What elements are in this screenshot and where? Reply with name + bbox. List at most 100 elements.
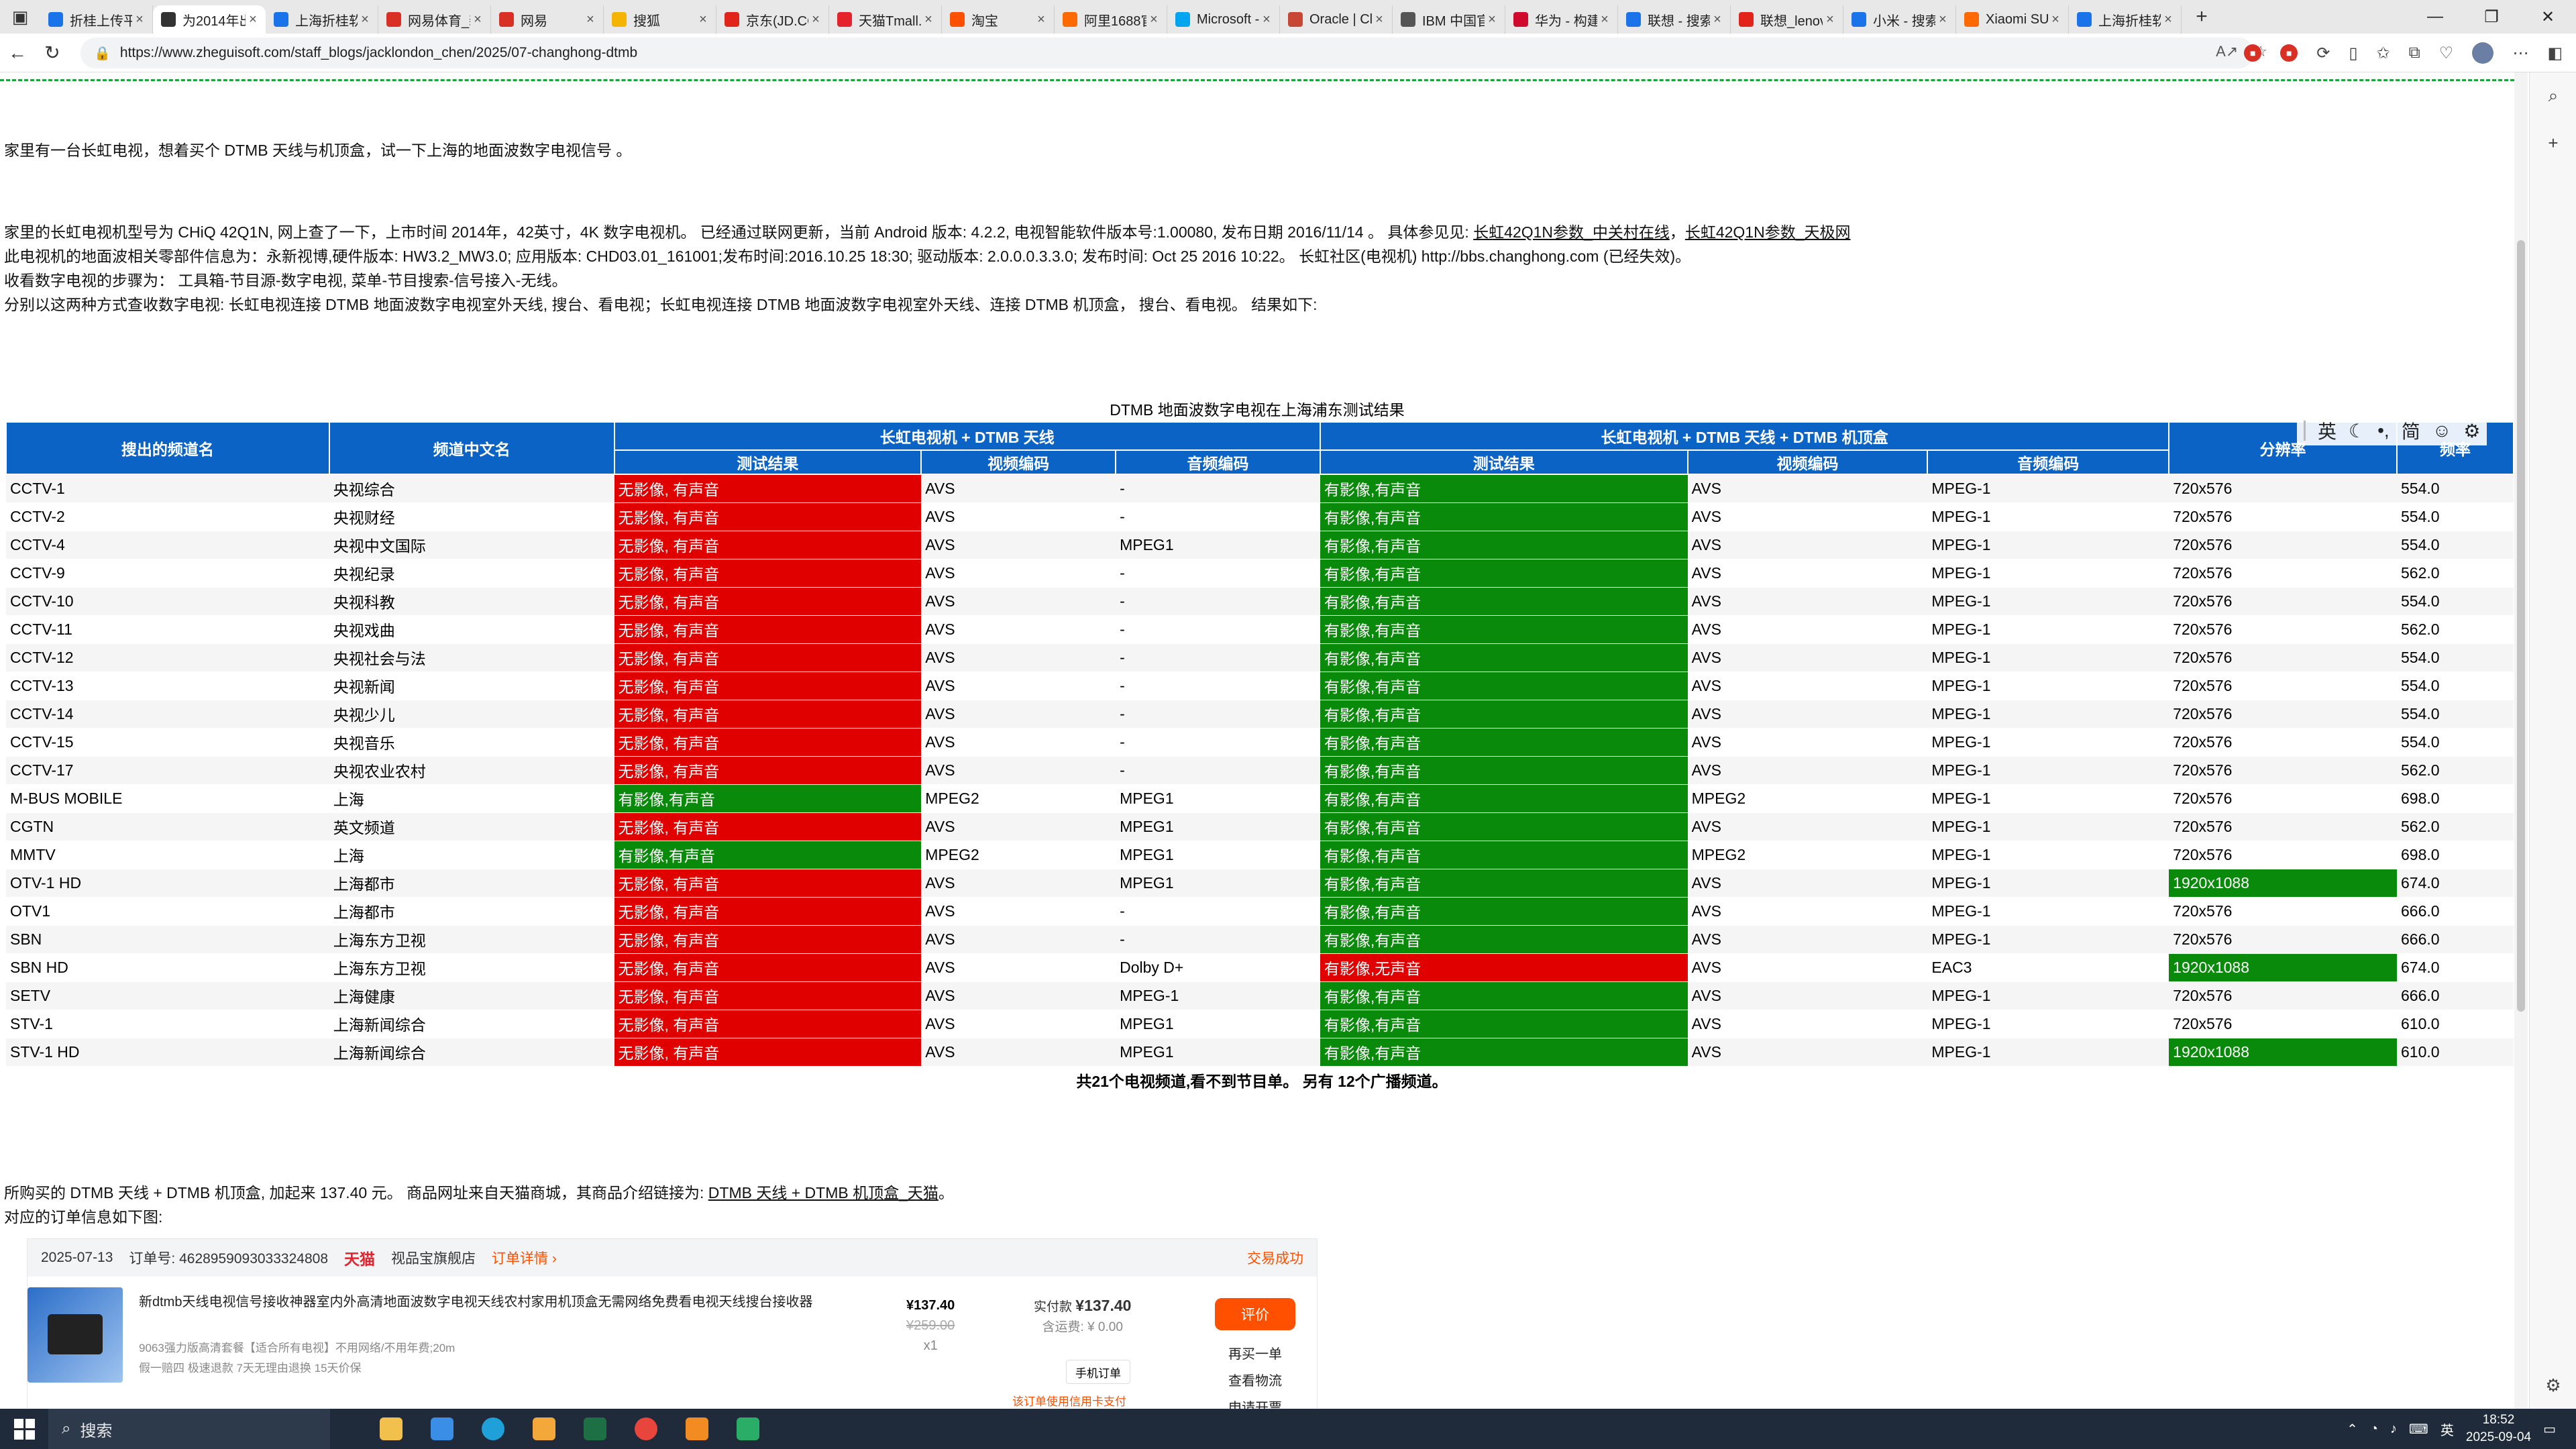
tab-close-icon[interactable]: × xyxy=(1146,12,1161,28)
browser-tab[interactable]: 天猫Tmall.c× xyxy=(829,5,942,34)
keyboard-icon[interactable]: ⌨ xyxy=(2409,1421,2428,1438)
browser-tab[interactable]: 上海折桂软 × xyxy=(266,5,378,34)
tray-overflow-icon[interactable]: ⌃ xyxy=(2347,1421,2358,1438)
extension-icon[interactable]: ■ xyxy=(2244,44,2262,62)
view-logistics-link[interactable]: 查看物流 xyxy=(1228,1368,1282,1395)
browser-tab[interactable]: IBM 中国官 × xyxy=(1393,5,1505,34)
sidebar-search-icon[interactable]: ⌕ xyxy=(2530,72,2576,119)
lock-icon[interactable]: 🔒 xyxy=(94,45,111,62)
browser-tab[interactable]: 华为 - 构建 × xyxy=(1505,5,1618,34)
tab-close-icon[interactable]: × xyxy=(921,12,936,28)
file-explorer-icon[interactable] xyxy=(368,1409,415,1449)
tab-close-icon[interactable]: × xyxy=(808,12,823,28)
taskbar-search[interactable]: ⌕ 搜索 xyxy=(48,1409,330,1449)
profile-avatar[interactable] xyxy=(2472,42,2494,64)
browser-essentials-icon[interactable]: ♡ xyxy=(2439,44,2454,63)
browser-tab[interactable]: 阿里1688官× xyxy=(1055,5,1167,34)
browser-tab[interactable]: 上海折桂软 × xyxy=(2069,5,2182,34)
sidebar-add-icon[interactable]: + xyxy=(2530,119,2576,166)
more-menu-icon[interactable]: ⋯ xyxy=(2512,44,2528,63)
tab-close-icon[interactable]: × xyxy=(1597,12,1612,28)
code-editor-icon[interactable] xyxy=(521,1409,568,1449)
tab-close-icon[interactable]: × xyxy=(470,12,485,28)
browser-tab[interactable]: Xiaomi SU7× xyxy=(1956,5,2069,34)
rate-button[interactable]: 评价 xyxy=(1215,1298,1295,1330)
tab-close-icon[interactable]: × xyxy=(2161,12,2176,28)
new-tab-button[interactable]: + xyxy=(2186,3,2218,31)
clock[interactable]: 18:52 2025-09-04 xyxy=(2466,1411,2531,1446)
start-button[interactable] xyxy=(0,1409,48,1449)
tab-close-icon[interactable]: × xyxy=(1372,12,1387,28)
ime-emoji-icon[interactable]: ☺ xyxy=(2432,420,2452,441)
ime-punctuation-icon[interactable]: •, xyxy=(2377,420,2390,441)
close-window-icon[interactable]: ✕ xyxy=(2520,0,2576,34)
browser-tab[interactable]: 淘宝 × xyxy=(942,5,1055,34)
collections-icon[interactable]: ⧉ xyxy=(2409,44,2420,62)
browser-tab[interactable]: 折桂上传平 × xyxy=(40,5,153,34)
network-icon[interactable]: ◔ xyxy=(2370,1421,2378,1437)
browser-tab[interactable]: 京东(JD.CO× xyxy=(716,5,829,34)
browser-tab[interactable]: 联想_lenovo× xyxy=(1731,5,1843,34)
browser-tab[interactable]: 网易体育_新× xyxy=(378,5,491,34)
yesky-link[interactable]: 长虹42Q1N参数_天极网 xyxy=(1685,223,1851,241)
browser-tab[interactable]: 网易 × xyxy=(491,5,604,34)
tab-actions-icon[interactable]: ▣ xyxy=(0,0,40,34)
extension-icon[interactable]: ■ xyxy=(2280,44,2298,62)
tab-close-icon[interactable]: × xyxy=(1259,12,1274,28)
page-scrollbar[interactable] xyxy=(2514,72,2528,1409)
tab-close-icon[interactable]: × xyxy=(132,12,147,28)
favorites-icon[interactable]: ✩ xyxy=(2377,44,2390,63)
java-ide-icon[interactable] xyxy=(674,1409,720,1449)
volume-icon[interactable]: ♪ xyxy=(2390,1421,2397,1437)
store-name[interactable]: 视品宝旗舰店 xyxy=(391,1248,476,1268)
edge-icon[interactable] xyxy=(470,1409,517,1449)
ime-language-toggle[interactable]: 英 xyxy=(2318,417,2337,444)
wechat-icon[interactable] xyxy=(724,1409,771,1449)
minimize-icon[interactable]: — xyxy=(2407,0,2463,34)
browser-tab[interactable]: Oracle | Clo× xyxy=(1280,5,1393,34)
browser-tab[interactable]: Microsoft - × xyxy=(1167,5,1280,34)
split-screen-icon[interactable]: ▯ xyxy=(2349,44,2357,63)
tab-close-icon[interactable]: × xyxy=(246,12,260,28)
address-bar[interactable]: 🔒 https://www.zheguisoft.com/staff_blogs… xyxy=(80,38,2254,68)
chrome-icon[interactable] xyxy=(623,1409,669,1449)
tray-ime-indicator[interactable]: 英 xyxy=(2440,1419,2454,1439)
tab-close-icon[interactable]: × xyxy=(1485,12,1499,28)
refresh-extension-icon[interactable]: ⟳ xyxy=(2316,44,2330,63)
browser-tab[interactable]: 联想 - 搜索 × xyxy=(1618,5,1731,34)
tab-close-icon[interactable]: × xyxy=(1935,12,1950,28)
refresh-icon[interactable]: ↻ xyxy=(35,36,70,70)
browser-tab[interactable]: 搜狐 × xyxy=(604,5,716,34)
request-invoice-link[interactable]: 申请开票 xyxy=(1228,1395,1282,1409)
header-result-1: 测试结果 xyxy=(613,449,922,475)
back-icon[interactable]: ← xyxy=(0,36,35,70)
browser-tab[interactable]: 为2014年出× xyxy=(153,5,266,34)
store-icon[interactable] xyxy=(419,1409,466,1449)
read-aloud-icon[interactable]: A↗ xyxy=(2216,43,2238,60)
tab-close-icon[interactable]: × xyxy=(2048,12,2063,28)
tab-close-icon[interactable]: × xyxy=(1034,12,1049,28)
notification-icon[interactable]: ▭ xyxy=(2543,1421,2556,1438)
antenna-audio-cell: - xyxy=(1116,502,1320,531)
tab-close-icon[interactable]: × xyxy=(358,12,372,28)
ime-simplified-toggle[interactable]: 简 xyxy=(2402,417,2420,444)
tab-close-icon[interactable]: × xyxy=(1823,12,1837,28)
settop-result-cell: 有影像,有声音 xyxy=(1320,615,1688,644)
zol-link[interactable]: 长虹42Q1N参数_中关村在线 xyxy=(1473,223,1670,241)
product-thumbnail[interactable] xyxy=(28,1287,123,1383)
ime-moon-icon[interactable]: ☾ xyxy=(2349,420,2365,442)
excel-icon[interactable] xyxy=(572,1409,619,1449)
product-title[interactable]: 新dtmb天线电视信号接收神器室内外高清地面波数字电视天线农村家用机顶盒无需网络… xyxy=(139,1291,837,1313)
restore-icon[interactable]: ❐ xyxy=(2463,0,2520,34)
buy-again-link[interactable]: 再买一单 xyxy=(1228,1341,1282,1368)
tab-close-icon[interactable]: × xyxy=(1710,12,1725,28)
tab-close-icon[interactable]: × xyxy=(696,12,710,28)
sidebar-toggle-icon[interactable]: ◧ xyxy=(2547,44,2563,63)
browser-tab[interactable]: 小米 - 搜索 × xyxy=(1843,5,1956,34)
ime-settings-icon[interactable]: ⚙ xyxy=(2463,420,2480,442)
sidebar-settings-icon[interactable]: ⚙ xyxy=(2530,1362,2576,1409)
scrollbar-thumb[interactable] xyxy=(2517,240,2525,1012)
tab-close-icon[interactable]: × xyxy=(583,12,598,28)
order-detail-link[interactable]: 订单详情 › xyxy=(492,1248,557,1268)
tmall-product-link[interactable]: DTMB 天线 + DTMB 机顶盒_天猫 xyxy=(708,1184,938,1201)
